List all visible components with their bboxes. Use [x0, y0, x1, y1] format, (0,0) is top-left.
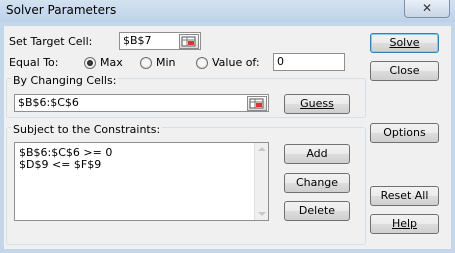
- list-item[interactable]: $D$9 <= $F$9: [19, 159, 101, 171]
- reset-all-button-label: Reset All: [380, 189, 429, 202]
- close-button-label: Close: [389, 64, 420, 77]
- solve-button[interactable]: Solve: [370, 33, 439, 53]
- dialog-body: Set Target Cell: $B$7 Equal To: Max Min …: [4, 26, 451, 249]
- min-radio[interactable]: [140, 57, 152, 69]
- value-of-value: 0: [277, 55, 284, 68]
- changing-range-selector-button[interactable]: [247, 96, 267, 111]
- constraints-label: Subject to the Constraints:: [11, 123, 163, 136]
- help-button[interactable]: Help: [370, 214, 439, 234]
- value-of-radio-label: Value of:: [212, 56, 260, 69]
- changing-cells-value: $B$6:$C$6: [18, 96, 79, 109]
- target-range-selector-button[interactable]: [179, 34, 199, 49]
- max-radio-label: Max: [100, 56, 123, 69]
- window-title: Solver Parameters: [6, 3, 117, 17]
- reset-all-button[interactable]: Reset All: [370, 186, 439, 206]
- changing-cells-label: By Changing Cells:: [11, 74, 119, 87]
- delete-constraint-button[interactable]: Delete: [284, 201, 350, 221]
- target-cell-label: Set Target Cell:: [9, 35, 93, 48]
- help-button-label: Help: [391, 217, 418, 230]
- close-window-button[interactable]: ✕: [404, 0, 450, 18]
- solve-button-label: Solve: [389, 36, 420, 49]
- constraints-scrollbar[interactable]: [254, 143, 268, 220]
- guess-button[interactable]: Guess: [284, 94, 350, 114]
- add-constraint-button[interactable]: Add: [284, 144, 350, 164]
- changing-cells-input[interactable]: $B$6:$C$6: [14, 94, 269, 112]
- add-button-label: Add: [306, 147, 328, 160]
- close-button[interactable]: Close: [370, 61, 439, 81]
- options-button-label: Options: [383, 126, 426, 139]
- max-radio[interactable]: [84, 57, 96, 69]
- scroll-down-arrow-icon[interactable]: [258, 212, 266, 216]
- value-of-radio[interactable]: [196, 57, 208, 69]
- options-button[interactable]: Options: [370, 123, 439, 143]
- min-radio-label: Min: [156, 56, 176, 69]
- equal-to-label: Equal To:: [9, 56, 59, 69]
- guess-button-label: Guess: [300, 97, 334, 110]
- constraints-list[interactable]: $B$6:$C$6 >= 0 $D$9 <= $F$9: [14, 142, 269, 221]
- title-bar[interactable]: Solver Parameters ✕: [0, 0, 455, 22]
- value-of-input[interactable]: 0: [273, 53, 345, 71]
- change-constraint-button[interactable]: Change: [284, 173, 350, 193]
- scroll-up-arrow-icon[interactable]: [258, 147, 266, 151]
- delete-button-label: Delete: [298, 204, 336, 217]
- range-selector-icon: [249, 98, 264, 109]
- close-icon: ✕: [421, 1, 433, 15]
- change-button-label: Change: [295, 176, 339, 189]
- range-selector-icon: [181, 36, 196, 47]
- target-cell-value: $B$7: [123, 34, 152, 47]
